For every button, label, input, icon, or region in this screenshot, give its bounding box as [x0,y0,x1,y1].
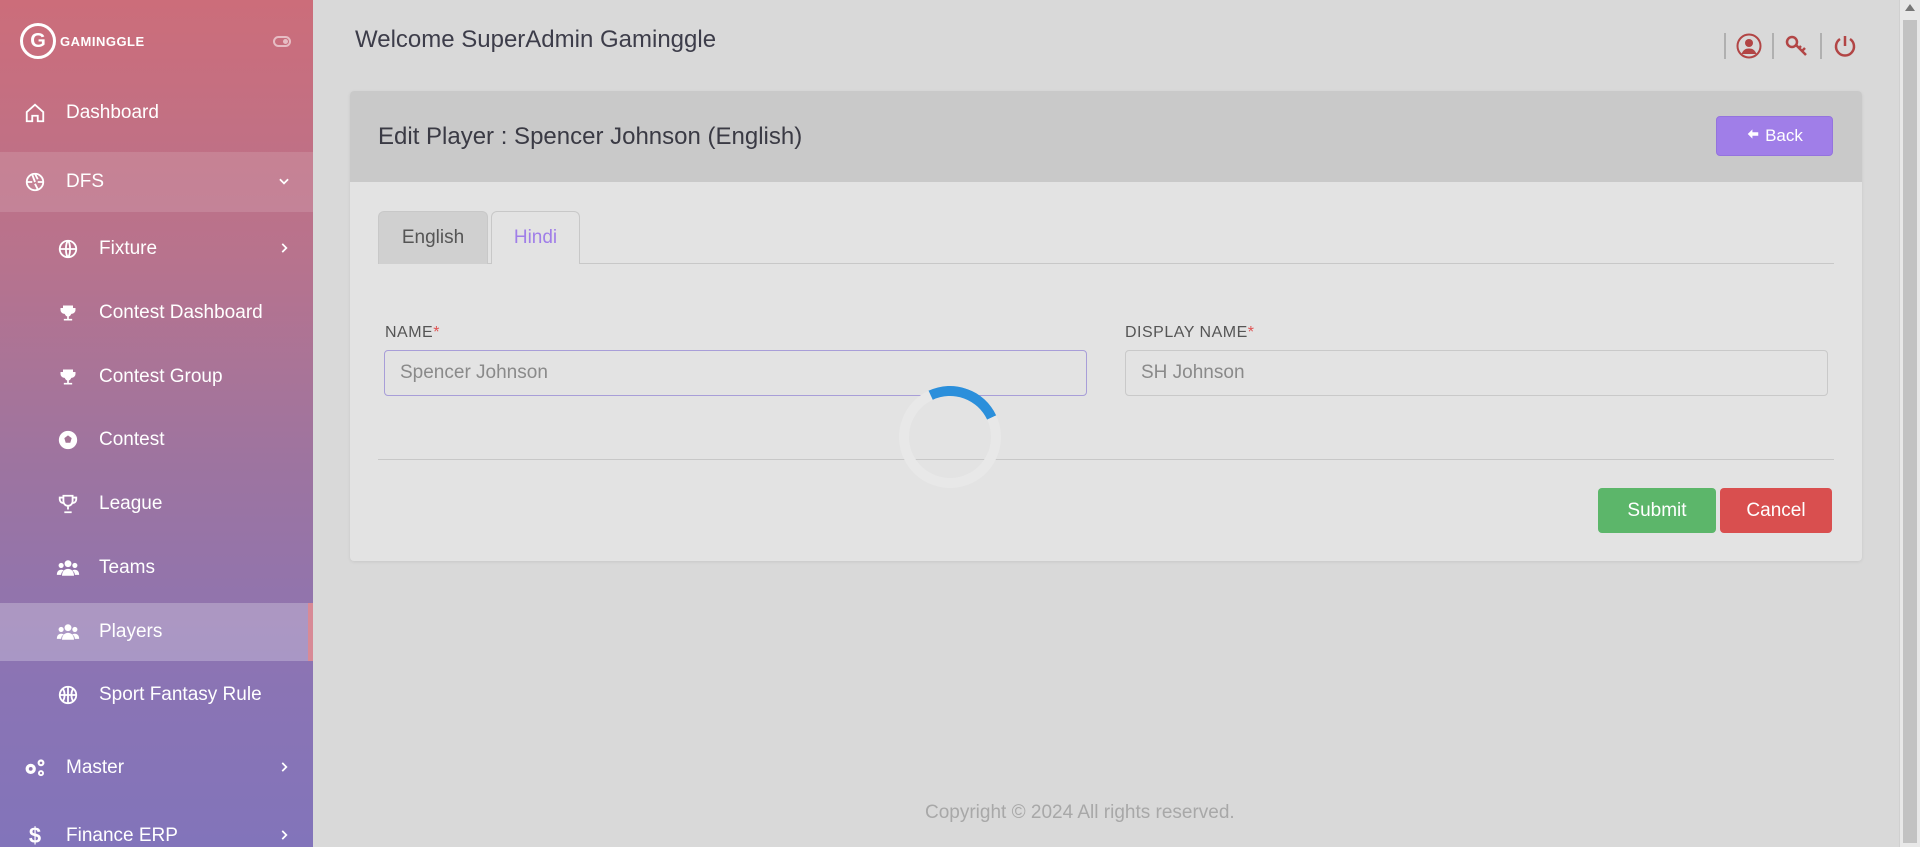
chevron-right-icon [277,239,291,260]
sidebar-item-finance-erp[interactable]: $ Finance ERP [0,820,313,847]
name-label: NAME* [385,324,440,342]
vertical-scrollbar[interactable] [1899,0,1920,847]
display-name-input[interactable] [1125,350,1828,396]
header-actions [1724,33,1858,59]
sidebar-toggle-icon[interactable] [273,36,291,47]
chevron-down-icon [277,172,291,193]
cancel-button[interactable]: Cancel [1720,488,1832,533]
sidebar-item-label: Dashboard [66,102,159,123]
sidebar-item-label: Contest Dashboard [99,302,263,323]
divider [378,459,1834,460]
welcome-text: Welcome SuperAdmin Gaminggle [355,26,717,53]
sidebar-item-label: Contest Group [99,366,223,387]
sidebar-item-fixture[interactable]: Fixture [0,234,313,264]
back-button-label: Back [1765,126,1803,145]
display-name-label: DISPLAY NAME* [1125,324,1255,342]
sidebar-item-dashboard[interactable]: Dashboard [0,97,313,129]
name-input[interactable] [384,350,1087,396]
sidebar-item-master[interactable]: Master [0,752,313,784]
sidebar-item-dfs[interactable]: DFS [0,166,313,198]
dollar-icon: $ [28,823,42,847]
user-profile-icon[interactable] [1736,33,1762,59]
sidebar-item-players[interactable]: Players [0,617,313,647]
basketball-icon [55,682,81,708]
required-mark: * [1247,324,1255,341]
back-button[interactable]: Back [1716,116,1833,156]
aperture-icon [22,169,48,195]
gears-icon [22,755,48,781]
separator [1820,33,1822,59]
trophy-outline-icon [55,491,81,517]
sidebar-item-label: Fixture [99,238,158,259]
required-mark: * [433,324,440,341]
scroll-thumb[interactable] [1903,20,1917,843]
home-icon [22,100,48,126]
sidebar-item-contest-dashboard[interactable]: Contest Dashboard [0,298,313,328]
sidebar-item-contest[interactable]: Contest [0,425,313,455]
sidebar-item-contest-group[interactable]: Contest Group [0,362,313,392]
scroll-up-arrow-icon[interactable] [1905,4,1915,11]
brand-logo: G [20,23,56,59]
sidebar-item-label: League [99,493,163,514]
submit-button[interactable]: Submit [1598,488,1716,533]
brand-name: GAMINGGLE [60,33,145,49]
trophy-icon [55,364,81,390]
sidebar-item-label: Finance ERP [66,825,178,846]
sidebar-item-label: Sport Fantasy Rule [99,684,262,705]
sidebar: G GAMINGGLE Dashboard DFS Fixture Contes… [0,0,313,847]
sidebar-item-label: Players [99,621,163,642]
tab-english[interactable]: English [378,211,488,264]
sidebar-item-teams[interactable]: Teams [0,553,313,583]
sidebar-item-label: Teams [99,557,155,578]
key-icon[interactable] [1784,33,1810,59]
card-header: Edit Player : Spencer Johnson (English) … [350,91,1862,182]
separator [1724,33,1726,59]
sidebar-item-league[interactable]: League [0,489,313,519]
globe-icon [55,236,81,262]
trophy-icon [55,300,81,326]
footer-copyright: Copyright © 2024 All rights reserved. [925,802,1235,823]
separator [1772,33,1774,59]
arrow-left-icon [1746,126,1760,146]
sidebar-item-label: Contest [99,429,165,450]
sidebar-item-sport-fantasy-rule[interactable]: Sport Fantasy Rule [0,680,313,710]
language-tabs: English Hindi [378,211,1834,264]
users-icon [55,555,81,581]
sidebar-item-label: DFS [66,171,104,192]
users-icon [55,619,81,645]
power-icon[interactable] [1832,33,1858,59]
display-name-label-text: DISPLAY NAME [1125,324,1248,341]
soccer-ball-icon [55,427,81,453]
edit-player-card: Edit Player : Spencer Johnson (English) … [350,91,1862,561]
chevron-right-icon [277,758,291,779]
brand[interactable]: G GAMINGGLE [0,0,313,82]
name-label-text: NAME [385,324,434,341]
chevron-right-icon [277,826,291,847]
page-title: Edit Player : Spencer Johnson (English) [378,123,803,150]
tab-hindi[interactable]: Hindi [491,211,580,264]
sidebar-item-label: Master [66,757,125,778]
